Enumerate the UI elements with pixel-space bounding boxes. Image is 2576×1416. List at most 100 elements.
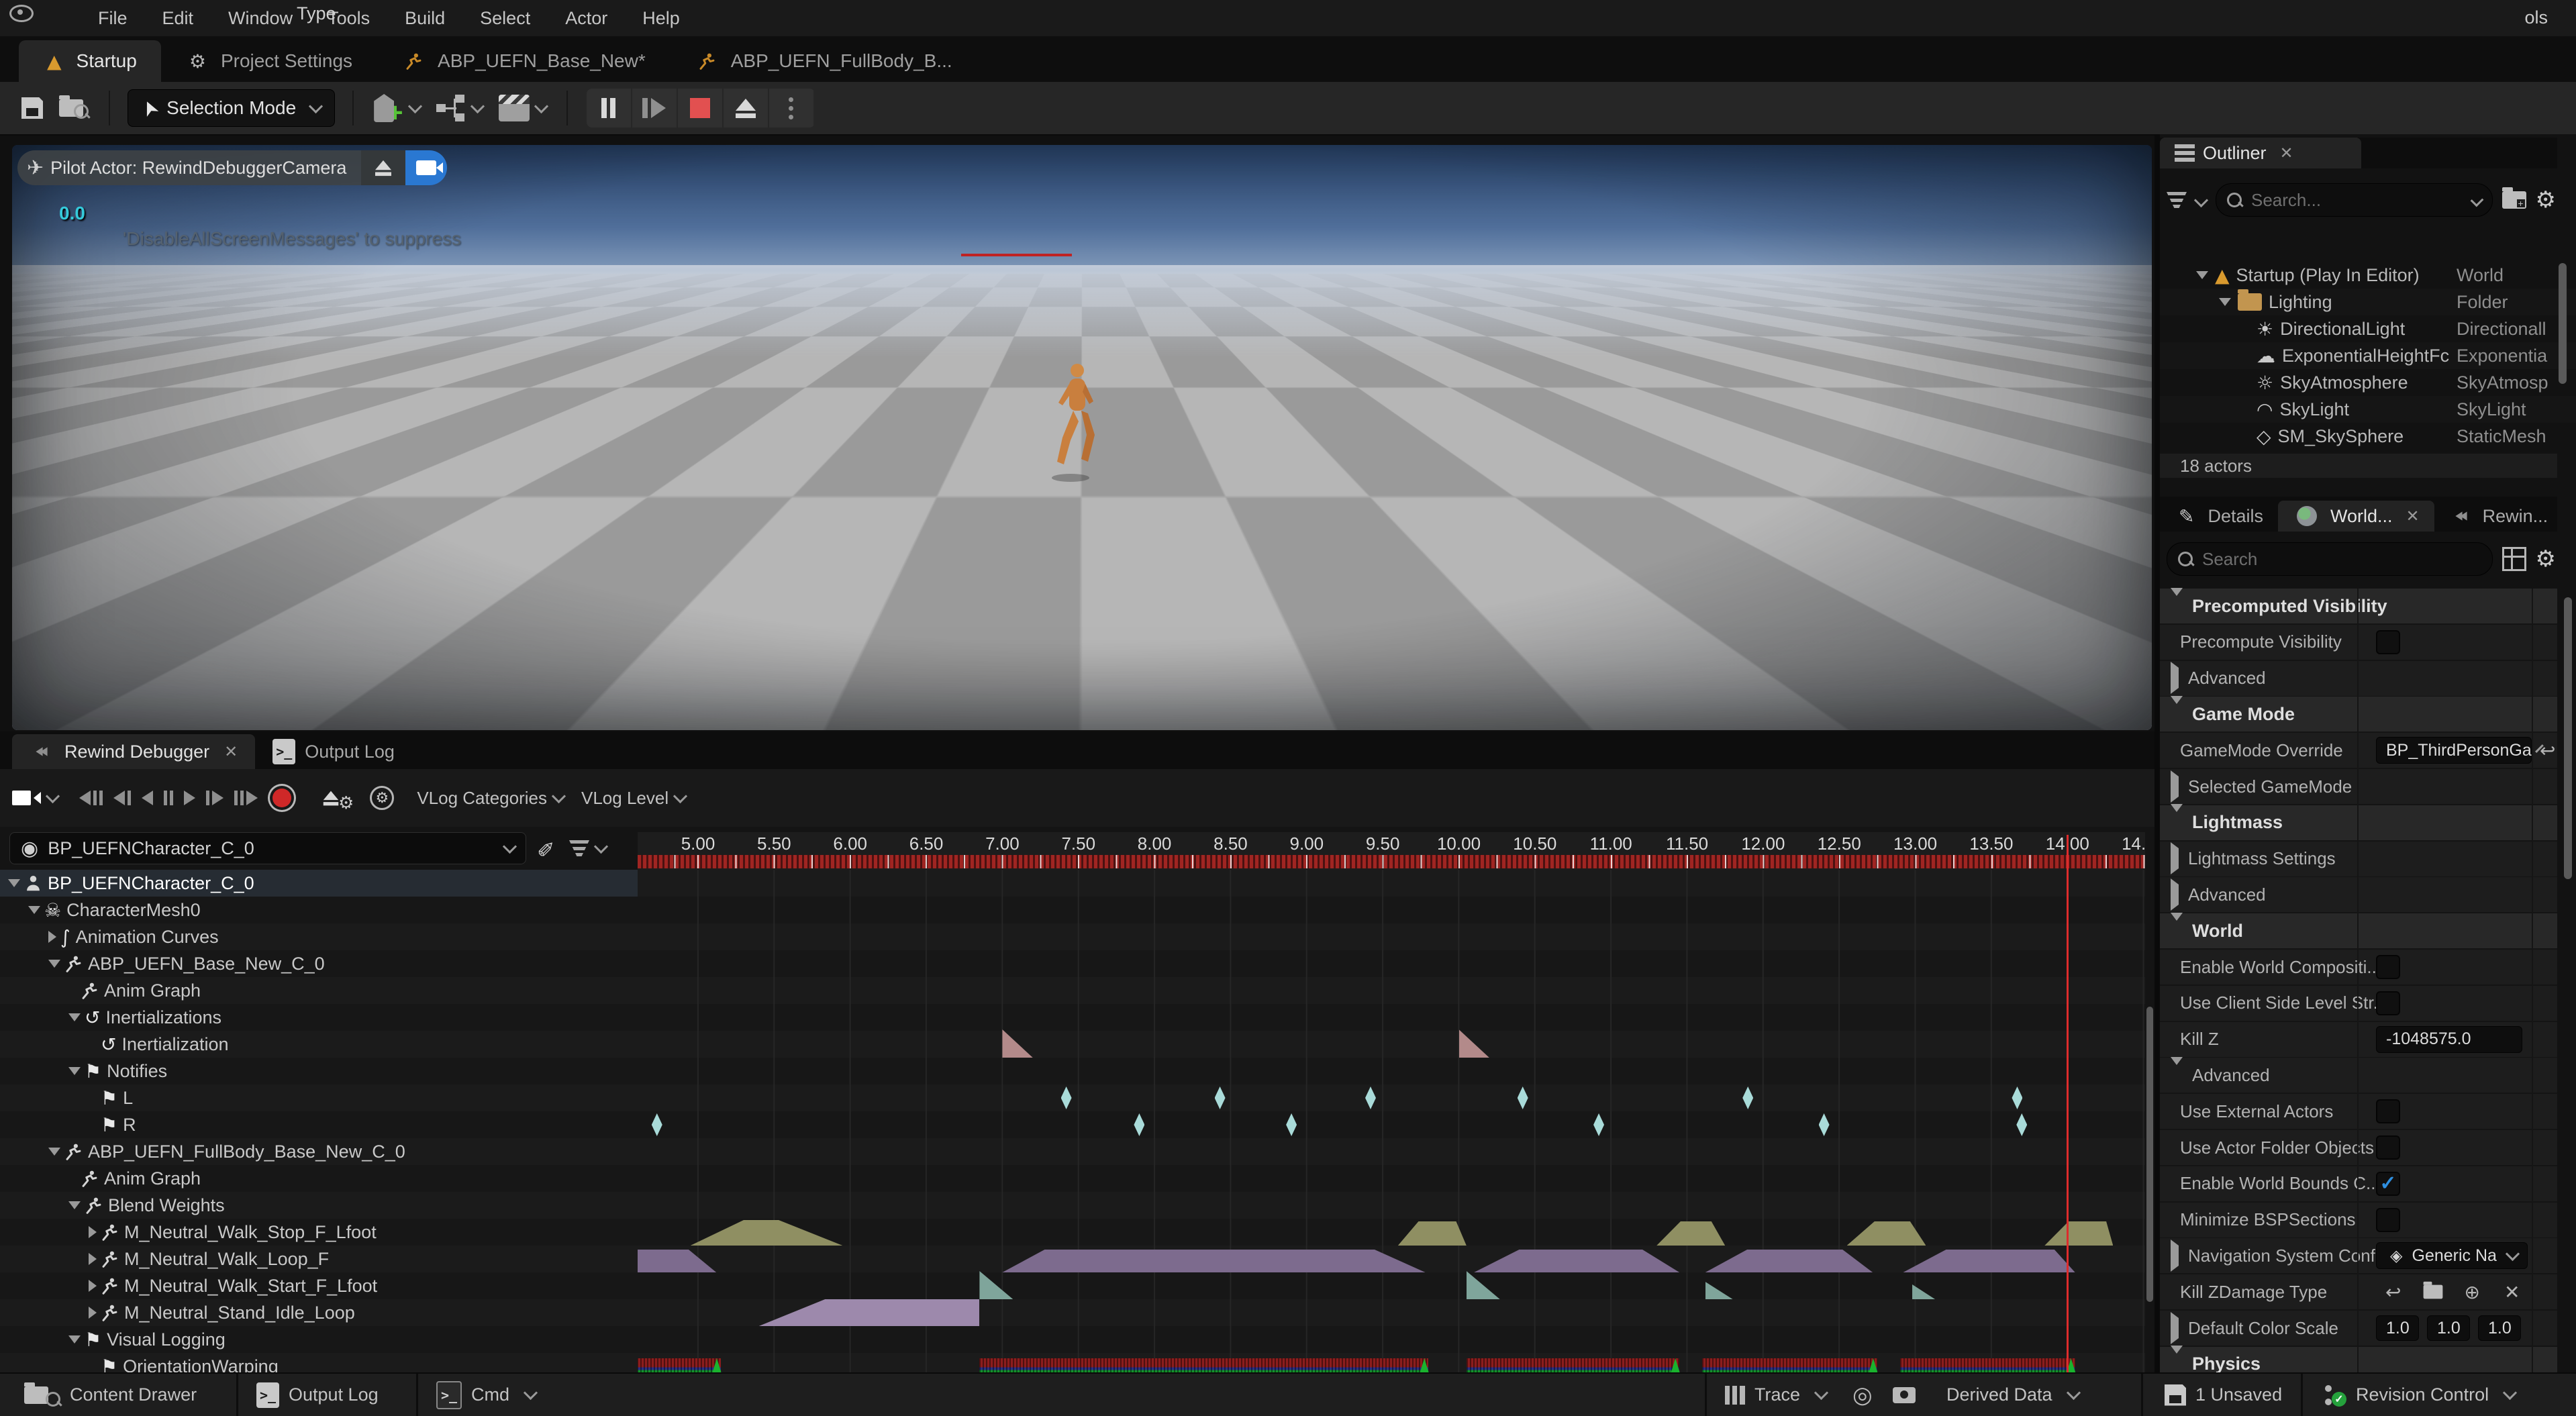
blend-weight-region[interactable] xyxy=(691,1220,843,1246)
tab-details[interactable]: ✎Details xyxy=(2160,501,2278,532)
checkbox[interactable] xyxy=(2376,955,2400,979)
trace-settings-button[interactable]: ⚙ xyxy=(370,786,394,810)
caret-open-icon[interactable] xyxy=(2171,1346,2183,1374)
record-button[interactable] xyxy=(273,789,291,807)
add-icon[interactable]: ⊕ xyxy=(2464,1281,2479,1303)
property-row-use-client-side-level-str-[interactable]: Use Client Side Level Str... xyxy=(2160,986,2557,1022)
pause-button[interactable] xyxy=(587,89,632,128)
property-row-advanced[interactable]: Advanced xyxy=(2160,1058,2557,1094)
blend-weight-region[interactable] xyxy=(1398,1221,1467,1246)
checkbox[interactable] xyxy=(2376,630,2400,654)
caret-open-icon[interactable] xyxy=(2171,696,2183,724)
property-row-default-color-scale[interactable]: Default Color Scale1.01.01.0 xyxy=(2160,1311,2557,1347)
frame-skip-button[interactable] xyxy=(632,89,678,128)
blueprints-button[interactable] xyxy=(428,89,491,127)
browse-content-button[interactable] xyxy=(51,89,97,127)
decay-event[interactable] xyxy=(979,1271,1013,1299)
outliner-settings-icon[interactable]: ⚙ xyxy=(2536,187,2556,213)
caret-open-icon[interactable] xyxy=(2171,1057,2183,1085)
pause-button[interactable] xyxy=(164,791,173,805)
tree-row-m-neutral-walk-loop-f[interactable]: M_Neutral_Walk_Loop_F xyxy=(0,1246,638,1272)
vector-component-input[interactable]: 1.0 xyxy=(2427,1315,2470,1341)
property-row-kill-zdamage-type[interactable]: Kill ZDamage Type↩⊕✕ xyxy=(2160,1274,2557,1311)
tab-abp-uefn-fullbody-b-[interactable]: ABP_UEFN_FullBody_B... xyxy=(670,40,977,82)
revision-control-dropdown[interactable]: ✓ Revision Control xyxy=(2324,1374,2515,1416)
new-folder-icon[interactable]: + xyxy=(2502,191,2526,209)
tree-row-abp-uefn-base-new-c-0[interactable]: ABP_UEFN_Base_New_C_0 xyxy=(0,950,638,977)
property-row-use-actor-folder-objects[interactable]: Use Actor Folder Objects xyxy=(2160,1130,2557,1166)
notify-marker[interactable] xyxy=(2016,1113,2027,1136)
caret-closed-icon[interactable] xyxy=(2171,662,2179,694)
save-button[interactable] xyxy=(13,89,51,127)
caret-open-icon[interactable] xyxy=(68,1067,81,1075)
blend-weight-region[interactable] xyxy=(2044,1221,2113,1246)
chevron-down-icon[interactable] xyxy=(2470,193,2483,207)
caret-open-icon[interactable] xyxy=(68,1335,81,1344)
blend-weight-region[interactable] xyxy=(638,1250,716,1272)
close-icon[interactable]: ✕ xyxy=(2280,144,2293,163)
caret-closed-icon[interactable] xyxy=(89,1307,97,1319)
tree-row-m-neutral-stand-idle-loop[interactable]: M_Neutral_Stand_Idle_Loop xyxy=(0,1299,638,1326)
notify-marker[interactable] xyxy=(1286,1113,1297,1136)
notify-marker[interactable] xyxy=(1061,1086,1072,1109)
outliner-row[interactable]: ◇SM_SkySphereStaticMesh xyxy=(2160,423,2576,450)
tab-rewind-debugger[interactable]: Rewind Debugger✕ xyxy=(12,734,255,769)
bottom-panel-scrollbar[interactable] xyxy=(2146,1007,2153,1302)
decay-event[interactable] xyxy=(1002,1029,1032,1058)
play-options-button[interactable] xyxy=(769,89,815,128)
caret-open-icon[interactable] xyxy=(48,1148,60,1156)
property-row-lightmass-settings[interactable]: Lightmass Settings xyxy=(2160,842,2557,878)
derived-data-dropdown[interactable]: Derived Data xyxy=(1946,1374,2079,1416)
tree-row-inertializations[interactable]: ↺Inertializations xyxy=(0,1004,638,1031)
camera-mode-button[interactable] xyxy=(12,791,58,805)
trace-dropdown[interactable]: Trace xyxy=(1725,1374,1826,1416)
outliner-row[interactable]: ☁ExponentialHeightFcExponentia xyxy=(2160,342,2576,369)
caret-open-icon[interactable] xyxy=(48,960,60,968)
tree-row-inertialization[interactable]: ↺Inertialization xyxy=(0,1031,638,1058)
close-icon[interactable]: ✕ xyxy=(224,742,238,762)
browse-icon[interactable] xyxy=(2424,1285,2443,1299)
play-reverse-button[interactable] xyxy=(142,791,153,805)
checkbox[interactable] xyxy=(2376,1208,2400,1232)
outliner-search-input[interactable] xyxy=(2250,189,2465,211)
tree-row-m-neutral-walk-stop-f-lfoot[interactable]: M_Neutral_Walk_Stop_F_Lfoot xyxy=(0,1219,638,1246)
notify-marker[interactable] xyxy=(1365,1086,1376,1109)
content-drawer-button[interactable]: Content Drawer xyxy=(24,1374,197,1416)
column-type[interactable]: Type xyxy=(297,3,336,24)
tree-row-anim-graph[interactable]: Anim Graph xyxy=(0,1165,638,1192)
outliner-row[interactable]: ▲Startup (Play In Editor)World xyxy=(2160,262,2576,289)
caret-closed-icon[interactable] xyxy=(89,1280,97,1292)
stop-button[interactable] xyxy=(678,89,724,128)
details-settings-icon[interactable]: ⚙ xyxy=(2536,546,2556,572)
value-dropdown[interactable]: BP_ThirdPersonGa xyxy=(2376,737,2532,764)
notify-marker[interactable] xyxy=(1819,1113,1830,1136)
step-back-button[interactable] xyxy=(113,791,131,805)
tree-row-animation-curves[interactable]: ∫Animation Curves xyxy=(0,923,638,950)
menu-item-select[interactable]: Select xyxy=(462,0,548,36)
timeline-track-area[interactable] xyxy=(638,870,2145,1372)
property-row-selected-gamemode[interactable]: Selected GameMode xyxy=(2160,769,2557,805)
notify-marker[interactable] xyxy=(1518,1086,1528,1109)
caret-open-icon[interactable] xyxy=(2171,804,2183,832)
debug-object-selector[interactable]: ◉ BP_UEFNCharacter_C_0 xyxy=(9,832,526,864)
property-row-navigation-system-config[interactable]: Navigation System Config◈Generic Na xyxy=(2160,1238,2557,1274)
tree-row-anim-graph[interactable]: Anim Graph xyxy=(0,977,638,1004)
property-row-advanced[interactable]: Advanced xyxy=(2160,877,2557,913)
blend-weight-region[interactable] xyxy=(1474,1250,1679,1272)
blend-weight-region[interactable] xyxy=(1847,1221,1926,1246)
property-row-world[interactable]: World xyxy=(2160,913,2557,950)
stop-piloting-button[interactable] xyxy=(361,150,405,185)
outliner-scrollbar[interactable] xyxy=(2559,263,2567,384)
tree-row-charactermesh0[interactable]: ☠CharacterMesh0 xyxy=(0,897,638,923)
menu-item-build[interactable]: Build xyxy=(387,0,462,36)
unsaved-button[interactable]: 1 Unsaved xyxy=(2165,1374,2282,1416)
step-forward-button[interactable] xyxy=(206,791,224,805)
checkbox-checked[interactable]: ✓ xyxy=(2376,1172,2400,1196)
output-log-button[interactable]: >_ Output Log xyxy=(256,1374,379,1416)
caret-open-icon[interactable] xyxy=(28,906,40,914)
chevron-down-icon[interactable] xyxy=(2194,193,2208,207)
eject-button[interactable] xyxy=(724,89,769,128)
tree-row-r[interactable]: ⚑R xyxy=(0,1111,638,1138)
eject-settings-button[interactable]: ⚙ xyxy=(321,782,354,813)
caret-open-icon[interactable] xyxy=(8,879,20,887)
